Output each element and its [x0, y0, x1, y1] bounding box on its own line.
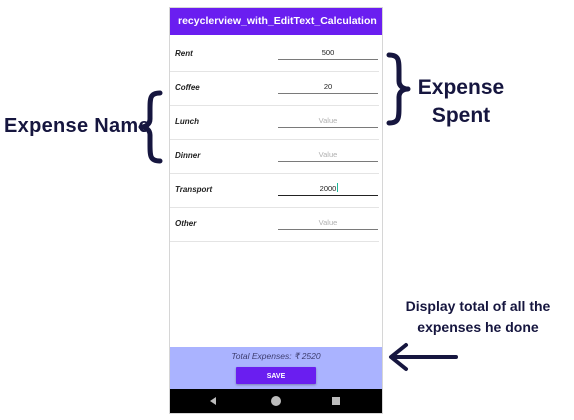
left-brace-icon — [138, 90, 163, 164]
expense-value-input[interactable] — [278, 215, 378, 230]
total-annotation: Display total of all the expenses he don… — [387, 296, 569, 338]
expense-spent-line1: Expense — [417, 76, 505, 99]
expense-value-input[interactable] — [278, 113, 378, 128]
expense-row-rent: Rent — [170, 38, 379, 72]
text-cursor — [337, 183, 338, 192]
expense-label: Other — [175, 219, 197, 228]
total-panel: Total Expenses: ₹ 2520 SAVE — [170, 347, 382, 389]
expense-label: Lunch — [175, 117, 199, 126]
expense-row-dinner: Dinner — [170, 140, 379, 174]
expense-row-lunch: Lunch — [170, 106, 379, 140]
save-button[interactable]: SAVE — [236, 367, 316, 384]
app-title-bar: recyclerview_with_EditText_Calculation — [170, 8, 382, 35]
expense-spent-line2: Spent — [431, 104, 491, 127]
system-nav-bar — [170, 389, 382, 413]
expense-label: Transport — [175, 185, 213, 194]
expense-value-input[interactable] — [278, 79, 378, 94]
tutorial-figure: recyclerview_with_EditText_Calculation R… — [0, 0, 574, 420]
expense-spent-annotation: Expense Spent — [408, 74, 514, 130]
expense-label: Dinner — [175, 151, 201, 160]
expense-name-annotation: Expense Name — [4, 115, 150, 137]
expense-label: Rent — [175, 49, 193, 58]
recent-apps-icon[interactable] — [332, 397, 340, 405]
arrow-left-icon — [389, 343, 458, 371]
expense-row-other: Other — [170, 208, 379, 242]
total-expenses-text: Total Expenses: ₹ 2520 — [231, 351, 321, 361]
expense-value-input[interactable] — [278, 181, 378, 196]
phone-screen: recyclerview_with_EditText_Calculation R… — [170, 8, 382, 413]
total-annotation-line1: Display total of all the — [405, 298, 551, 314]
expense-row-transport: Transport — [170, 174, 379, 208]
back-icon[interactable] — [210, 397, 216, 405]
home-icon[interactable] — [271, 396, 281, 406]
expense-value-input[interactable] — [278, 45, 378, 60]
expense-value-input[interactable] — [278, 147, 378, 162]
expense-row-coffee: Coffee — [170, 72, 379, 106]
expense-list[interactable]: Rent Coffee Lunch Dinner Transport O — [170, 38, 382, 242]
total-annotation-line2: expenses he done — [417, 319, 539, 335]
expense-label: Coffee — [175, 83, 200, 92]
